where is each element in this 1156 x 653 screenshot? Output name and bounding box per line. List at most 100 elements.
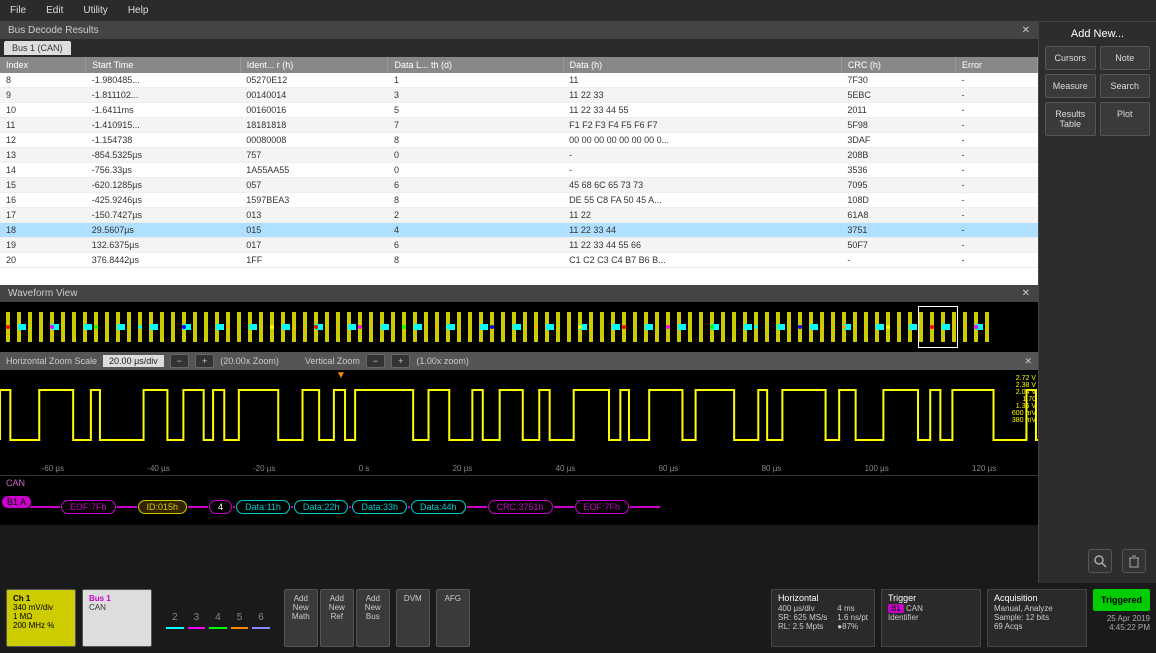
cell: - — [563, 163, 841, 178]
table-row[interactable]: 19132.6375µs017611 22 33 44 55 6650F7- — [0, 238, 1038, 253]
horiz-r1: 4 ms — [837, 604, 868, 613]
bus-label: Bus 1 — [89, 594, 145, 603]
add-button[interactable]: AddNewMath — [284, 589, 318, 647]
btn-results-table[interactable]: Results Table — [1045, 102, 1096, 136]
triggered-button[interactable]: Triggered — [1093, 589, 1150, 611]
table-row[interactable]: 12-1.15473800080008800 00 00 00 00 00 00… — [0, 133, 1038, 148]
hzoom-minus[interactable]: − — [170, 354, 189, 368]
cell: 2 — [388, 208, 563, 223]
col-header[interactable]: Index — [0, 57, 86, 73]
cell: - — [956, 193, 1038, 208]
channel-2[interactable]: 2 — [166, 608, 184, 629]
col-header[interactable]: Start Time — [86, 57, 240, 73]
close-icon[interactable]: ✕ — [1022, 25, 1030, 36]
table-row[interactable]: 11-1.410915...181818187F1 F2 F3 F4 F5 F6… — [0, 118, 1038, 133]
bus-box[interactable]: Bus 1 CAN — [82, 589, 152, 647]
cell: - — [956, 208, 1038, 223]
cell: 16 — [0, 193, 86, 208]
hzoom-label: Horizontal Zoom Scale — [6, 356, 97, 366]
table-row[interactable]: 13-854.5325µs7570-208B- — [0, 148, 1038, 163]
channel-3[interactable]: 3 — [188, 608, 206, 629]
zoom-icon[interactable] — [1088, 549, 1112, 573]
col-header[interactable]: Data L... th (d) — [388, 57, 563, 73]
cell: 00160016 — [240, 103, 388, 118]
dvm-button[interactable]: DVM — [396, 589, 430, 647]
decode-lane-badge[interactable]: B1 A — [2, 496, 31, 508]
table-row[interactable]: 8-1.980485...05270E121117F30- — [0, 73, 1038, 88]
cell: 5EBC — [841, 88, 955, 103]
cell: 017 — [240, 238, 388, 253]
cell: 2011 — [841, 103, 955, 118]
add-button[interactable]: AddNewRef — [320, 589, 354, 647]
decode-crc: CRC:3751h — [488, 500, 553, 514]
time-axis: -60 µs-40 µs-20 µs0 s20 µs40 µs60 µs80 µ… — [0, 464, 1038, 473]
menu-help[interactable]: Help — [128, 5, 149, 16]
cell: 757 — [240, 148, 388, 163]
decode-dlc: 4 — [209, 500, 232, 514]
table-row[interactable]: 14-756.33µs1A55AA550-3536- — [0, 163, 1038, 178]
table-row[interactable]: 17-150.7427µs013211 2261A8- — [0, 208, 1038, 223]
btn-cursors[interactable]: Cursors — [1045, 46, 1096, 70]
btn-measure[interactable]: Measure — [1045, 74, 1096, 98]
col-header[interactable]: Data (h) — [563, 57, 841, 73]
zoom-close-icon[interactable]: ✕ — [1024, 356, 1032, 367]
overview-cursor[interactable] — [918, 306, 958, 348]
table-row[interactable]: 1829.5607µs015411 22 33 443751- — [0, 223, 1038, 238]
col-header[interactable]: Ident... r (h) — [240, 57, 388, 73]
menu-file[interactable]: File — [10, 5, 26, 16]
cell: -1.154738 — [86, 133, 240, 148]
trig-l1: CAN — [906, 604, 923, 613]
btn-plot[interactable]: Plot — [1100, 102, 1151, 136]
decode-table[interactable]: IndexStart TimeIdent... r (h)Data L... t… — [0, 57, 1038, 285]
horizontal-info[interactable]: Horizontal 400 µs/div SR: 625 MS/s RL: 2… — [771, 589, 875, 647]
channel-6[interactable]: 6 — [252, 608, 270, 629]
waveform-trace — [0, 380, 1038, 450]
decode-panel: Bus Decode Results ✕ Bus 1 (CAN) IndexSt… — [0, 22, 1038, 285]
cell: - — [956, 148, 1038, 163]
overview-trace — [0, 302, 1038, 352]
bus-proto: CAN — [89, 603, 145, 612]
channel-4[interactable]: 4 — [209, 608, 227, 629]
hzoom-plus[interactable]: + — [195, 354, 214, 368]
cell: -150.7427µs — [86, 208, 240, 223]
cell: 00080008 — [240, 133, 388, 148]
cell: 11 22 33 — [563, 88, 841, 103]
table-row[interactable]: 20376.8442µs1FF8C1 C2 C3 C4 B7 B6 B...-- — [0, 253, 1038, 268]
menu-utility[interactable]: Utility — [83, 5, 107, 16]
cell: 05270E12 — [240, 73, 388, 88]
channel-5[interactable]: 5 — [231, 608, 249, 629]
cell: 0 — [388, 163, 563, 178]
cell: -1.410915... — [86, 118, 240, 133]
add-button[interactable]: AddNewBus — [356, 589, 390, 647]
table-row[interactable]: 9-1.811102...00140014311 22 335EBC- — [0, 88, 1038, 103]
table-row[interactable]: 15-620.1285µs057645 68 6C 65 73 737095- — [0, 178, 1038, 193]
hzoom-value[interactable]: 20.00 µs/div — [103, 355, 164, 367]
trigger-info[interactable]: Trigger B1 CAN Identifier — [881, 589, 981, 647]
vzoom-plus[interactable]: + — [391, 354, 410, 368]
table-row[interactable]: 10-1.6411ms00160016511 22 33 44 552011- — [0, 103, 1038, 118]
waveform-main[interactable]: ▼ 2.72 V2.38 V2.04 V1.701.35 V600 mV380 … — [0, 370, 1038, 475]
menu-edit[interactable]: Edit — [46, 5, 63, 16]
vzoom-minus[interactable]: − — [366, 354, 385, 368]
cell: - — [956, 253, 1038, 268]
cell: 12 — [0, 133, 86, 148]
acq-l1: Manual, Analyze — [994, 604, 1080, 613]
vzoom-factor: (1.00x zoom) — [416, 356, 469, 366]
ch1-box[interactable]: Ch 1 340 mV/div 1 MΩ 200 MHz % — [6, 589, 76, 647]
acquisition-info[interactable]: Acquisition Manual, Analyze Sample: 12 b… — [987, 589, 1087, 647]
cell: -1.811102... — [86, 88, 240, 103]
waveform-overview[interactable] — [0, 302, 1038, 352]
cell: 11 — [0, 118, 86, 133]
col-header[interactable]: CRC (h) — [841, 57, 955, 73]
channel-selector: 23456 — [158, 589, 278, 647]
trash-icon[interactable] — [1122, 549, 1146, 573]
decode-tab[interactable]: Bus 1 (CAN) — [4, 41, 71, 55]
waveform-close-icon[interactable]: ✕ — [1022, 288, 1030, 299]
btn-note[interactable]: Note — [1100, 46, 1151, 70]
cell: 8 — [388, 253, 563, 268]
btn-search[interactable]: Search — [1100, 74, 1151, 98]
afg-button[interactable]: AFG — [436, 589, 470, 647]
table-row[interactable]: 16-425.9246µs1597BEA38DE 55 C8 FA 50 45 … — [0, 193, 1038, 208]
col-header[interactable]: Error — [956, 57, 1038, 73]
decode-track: EOF:7FhID:015h4Data:11hData:22hData:33hD… — [30, 498, 1030, 516]
